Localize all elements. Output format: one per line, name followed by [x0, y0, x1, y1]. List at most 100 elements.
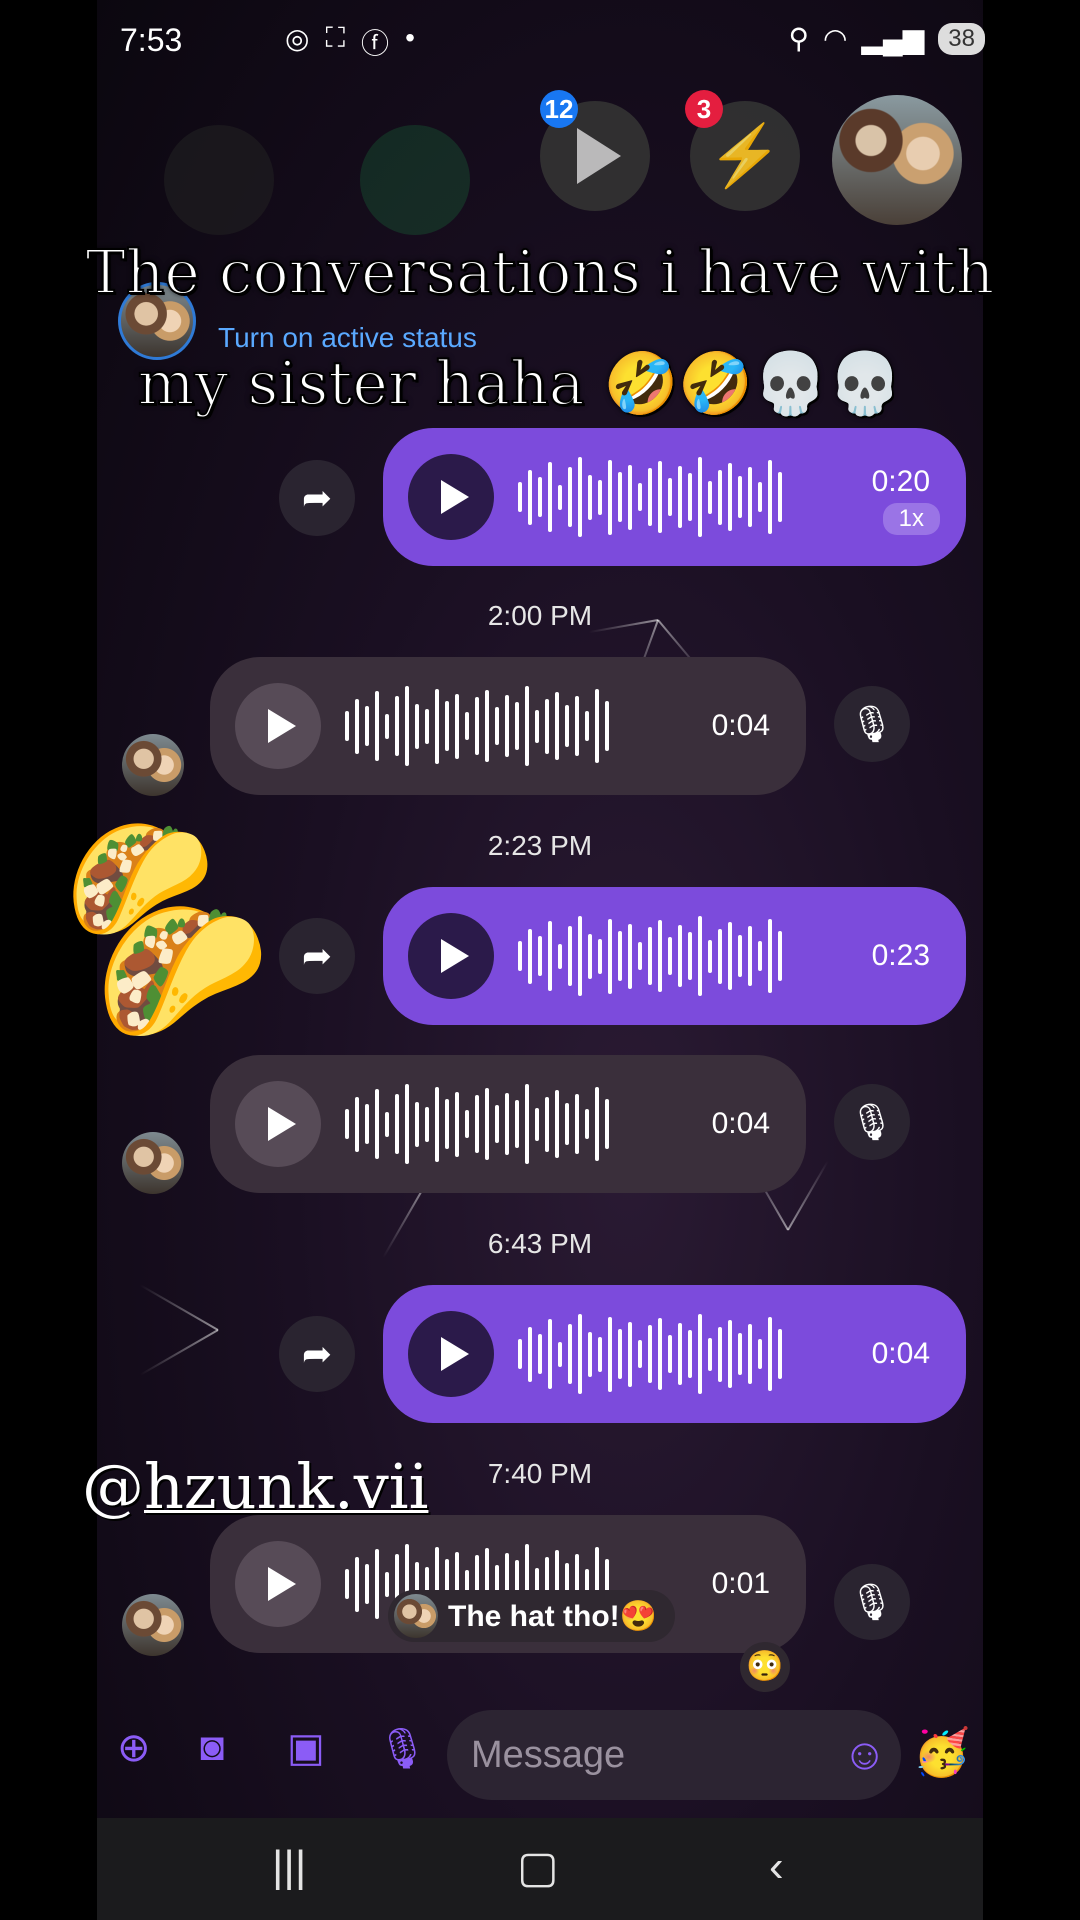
home-icon[interactable]: ▢	[517, 1842, 559, 1893]
waveform-bar	[728, 922, 732, 990]
gallery-icon[interactable]: ▣	[287, 1725, 325, 1771]
waveform[interactable]	[345, 686, 609, 766]
waveform-bar	[758, 1339, 762, 1369]
waveform-bar	[375, 1549, 379, 1619]
waveform-bar	[425, 708, 429, 744]
microphone-icon[interactable]: 🎙	[834, 1084, 910, 1160]
forward-icon[interactable]: ➦	[279, 918, 355, 994]
waveform-bar	[435, 688, 439, 764]
waveform-bar	[628, 923, 632, 989]
camera-icon[interactable]: ◙	[200, 1725, 224, 1770]
waveform-bar	[528, 928, 532, 984]
waveform-bar	[708, 480, 712, 514]
waveform-bar	[385, 1571, 389, 1597]
waveform-bar	[518, 1339, 522, 1369]
waveform-bar	[405, 686, 409, 766]
waveform-bar	[628, 1321, 632, 1387]
waveform-bar	[375, 1089, 379, 1159]
play-button[interactable]	[408, 1311, 494, 1397]
waveform[interactable]	[518, 1314, 782, 1394]
waveform-bar	[608, 459, 612, 535]
play-button[interactable]	[408, 913, 494, 999]
waveform-bar	[648, 468, 652, 526]
playback-speed-button[interactable]: 1x	[882, 503, 940, 535]
sister-chat-head[interactable]	[832, 95, 962, 225]
contact-avatar	[122, 1132, 184, 1194]
waveform-bar	[578, 457, 582, 537]
back-icon[interactable]: ‹	[769, 1842, 784, 1892]
waveform-bar	[728, 463, 732, 531]
microphone-icon[interactable]: 🎙	[834, 686, 910, 762]
message-composer: ⊕ ◙ ▣ 🎙 Message ☺ 🥳	[97, 1700, 983, 1810]
waveform-bar	[575, 696, 579, 756]
waveform-bar	[355, 1556, 359, 1612]
waveform-bar	[588, 1331, 592, 1377]
waveform-bar	[758, 941, 762, 971]
waveform-bar	[618, 472, 622, 522]
reaction-preview[interactable]: The hat tho!😍	[388, 1590, 675, 1642]
party-emoji-icon[interactable]: 🥳	[913, 1725, 970, 1780]
waveform-bar	[638, 942, 642, 970]
play-button[interactable]	[408, 454, 494, 540]
microphone-icon[interactable]: 🎙	[377, 1725, 428, 1772]
waveform-bar	[658, 461, 662, 533]
waveform-bar	[778, 472, 782, 522]
waveform-bar	[595, 1087, 599, 1161]
waveform-bar	[555, 1090, 559, 1158]
waveform-bar	[578, 916, 582, 996]
waveform-bar	[475, 1095, 479, 1153]
message-input[interactable]: Message ☺	[447, 1710, 901, 1800]
play-button[interactable]	[235, 1081, 321, 1167]
play-button[interactable]	[235, 683, 321, 769]
spotify-bubble[interactable]	[360, 125, 470, 235]
waveform-bar	[638, 483, 642, 511]
waveform-bar	[605, 701, 609, 751]
location-icon: ⚲	[788, 23, 809, 54]
waveform-bar	[525, 1084, 529, 1164]
battery-indicator: 38	[938, 22, 985, 55]
waveform-bar	[698, 1314, 702, 1394]
emoji-icon[interactable]: ☺	[842, 1730, 887, 1780]
waveform-bar	[608, 918, 612, 994]
waveform-bar	[485, 1088, 489, 1160]
chat-heads-row: 12 ⚡ 3	[160, 90, 980, 245]
received-voice-message: 0:04	[210, 1055, 806, 1193]
wifi-icon: ◠	[822, 23, 848, 54]
signal-icon: ▂▄▆	[861, 23, 925, 54]
voice-duration: 0:20	[871, 465, 930, 498]
play-button[interactable]	[235, 1541, 321, 1627]
waveform-bar	[465, 1110, 469, 1138]
waveform-bar	[668, 478, 672, 516]
facebook-icon: ⓕ	[361, 28, 390, 59]
sent-voice-message: 0:04	[383, 1285, 966, 1423]
waveform-bar	[555, 692, 559, 760]
forward-icon[interactable]: ➦	[279, 460, 355, 536]
waveform[interactable]	[518, 457, 782, 537]
waveform-bar	[718, 928, 722, 984]
waveform-bar	[588, 933, 592, 979]
badge-count: 12	[540, 90, 578, 128]
waveform[interactable]	[518, 916, 782, 996]
waveform-bar	[485, 690, 489, 762]
play-store-bubble[interactable]	[164, 125, 274, 235]
status-bar: 7:53 ◎ ⛶ ⓕ • ⚲ ◠ ▂▄▆ 38	[0, 0, 1080, 80]
waveform-bar	[678, 466, 682, 528]
waveform-bar	[598, 479, 602, 515]
waveform-bar	[768, 460, 772, 534]
waveform-bar	[568, 926, 572, 986]
forward-icon[interactable]: ➦	[279, 1316, 355, 1392]
plus-icon[interactable]: ⊕	[117, 1725, 151, 1771]
recent-apps-icon[interactable]: |||	[272, 1842, 306, 1892]
waveform-bar	[425, 1106, 429, 1142]
waveform[interactable]	[345, 1084, 609, 1164]
waveform-bar	[728, 1320, 732, 1388]
reaction-emoji[interactable]: 😳	[740, 1642, 790, 1692]
waveform-bar	[445, 1099, 449, 1149]
microphone-icon[interactable]: 🎙	[834, 1564, 910, 1640]
waveform-bar	[708, 1337, 712, 1371]
waveform-bar	[385, 713, 389, 739]
waveform-bar	[575, 1094, 579, 1154]
waveform-bar	[505, 695, 509, 757]
waveform-bar	[718, 469, 722, 525]
system-navigation-bar: ||| ▢ ‹	[97, 1818, 983, 1920]
